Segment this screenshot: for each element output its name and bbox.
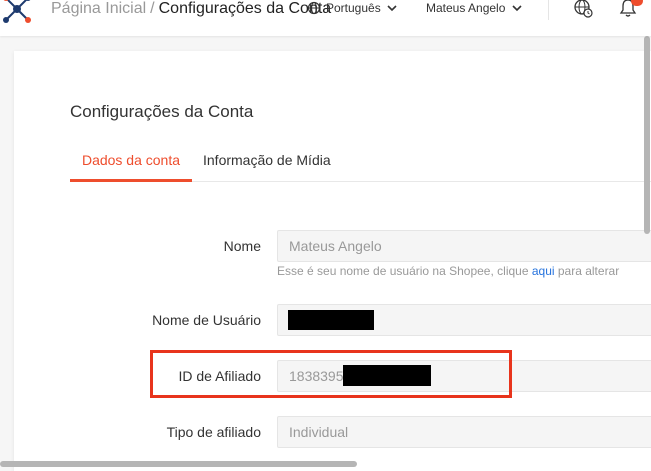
name-hint-suffix: para alterar bbox=[554, 264, 620, 278]
logo-icon[interactable] bbox=[0, 0, 34, 26]
change-name-link[interactable]: aqui bbox=[532, 264, 555, 278]
notification-badge bbox=[631, 0, 643, 6]
page-title: Configurações da Conta bbox=[70, 102, 254, 121]
breadcrumb-home-link[interactable]: Página Inicial bbox=[51, 0, 146, 17]
vertical-scrollbar[interactable] bbox=[643, 36, 651, 467]
redacted-username bbox=[288, 310, 374, 330]
name-label: Nome bbox=[223, 238, 261, 254]
globe-clock-icon[interactable] bbox=[573, 0, 593, 18]
user-name: Mateus Angelo bbox=[426, 1, 506, 15]
name-field[interactable]: Mateus Angelo bbox=[277, 230, 651, 262]
globe-icon bbox=[307, 1, 321, 15]
language-select[interactable]: Português bbox=[307, 0, 398, 18]
chevron-down-icon bbox=[387, 5, 397, 12]
vertical-scrollbar-thumb[interactable] bbox=[644, 36, 650, 234]
affiliate-type-field[interactable]: Individual bbox=[277, 416, 651, 448]
username-label: Nome de Usuário bbox=[152, 312, 261, 328]
tab-account-data[interactable]: Dados da conta bbox=[70, 146, 192, 182]
chevron-down-icon bbox=[512, 5, 522, 12]
horizontal-scrollbar-thumb[interactable] bbox=[0, 461, 357, 467]
highlight-box bbox=[150, 350, 512, 398]
name-hint: Esse é seu nome de usuário na Shopee, cl… bbox=[277, 264, 619, 278]
user-menu[interactable]: Mateus Angelo bbox=[426, 0, 523, 18]
header-divider bbox=[548, 0, 549, 20]
top-header: Página Inicial / Configurações da Conta Po… bbox=[0, 0, 651, 36]
affiliate-type-label: Tipo de afiliado bbox=[166, 424, 261, 440]
language-label: Português bbox=[326, 1, 381, 15]
breadcrumb: Página Inicial / Configurações da Conta bbox=[51, 0, 331, 20]
tab-media-info[interactable]: Informação de Mídia bbox=[203, 146, 331, 182]
name-hint-prefix: Esse é seu nome de usuário na Shopee, cl… bbox=[277, 264, 532, 278]
tab-bar: Dados da conta Informação de Mídia bbox=[70, 146, 651, 182]
breadcrumb-separator: / bbox=[150, 0, 155, 17]
breadcrumb-current: Configurações da Conta bbox=[158, 0, 332, 17]
